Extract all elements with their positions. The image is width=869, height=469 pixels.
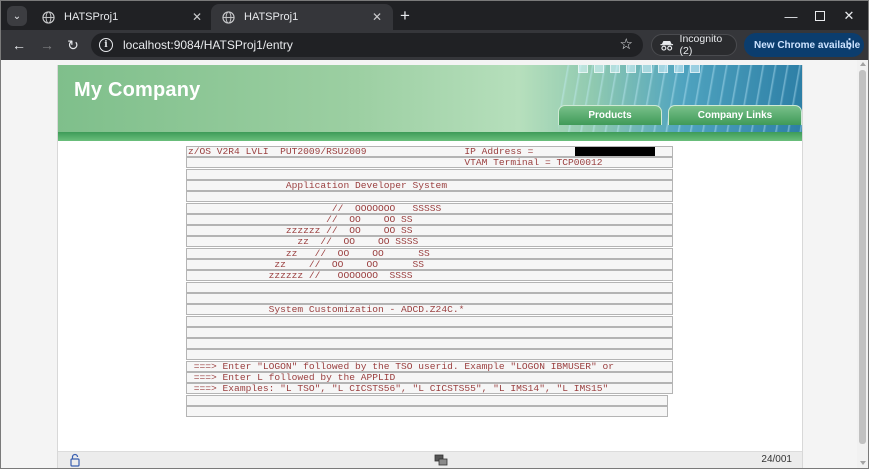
terminal-row: // OO OO SS [186, 213, 673, 225]
terminal-input-field[interactable] [187, 396, 667, 405]
globe-icon [221, 10, 235, 24]
terminal-row [186, 394, 668, 406]
terminal-row: VTAM Terminal = TCP00012 [186, 157, 673, 169]
terminal-row-text: ===> Enter "LOGON" followed by the TSO u… [188, 360, 615, 372]
scroll-up-icon[interactable] [860, 62, 866, 66]
terminal-row [186, 405, 668, 417]
terminal-row [186, 326, 673, 338]
terminal-row-text: VTAM Terminal = TCP00012 [188, 157, 603, 169]
tab-hatsproj1-inactive[interactable]: HATSProj1 ✕ [31, 4, 213, 30]
terminal-input-field[interactable] [187, 407, 667, 416]
tab-title: HATSProj1 [64, 11, 119, 23]
tab-strip: ⌄ HATSProj1 ✕ HATSProj1 ✕ + — ✕ [1, 1, 868, 30]
menu-dots-icon[interactable]: ⋮ [843, 36, 856, 52]
scroll-down-icon[interactable] [860, 461, 866, 465]
terminal-row-text: zzzzzz // OO OO SS [188, 225, 413, 237]
terminal-row [186, 191, 673, 203]
keyboard-lock-icon [70, 453, 80, 467]
terminal-row [186, 338, 673, 350]
terminal-row: // OOOOOOO SSSSS [186, 202, 673, 214]
browser-toolbar: ← → ↻ i localhost:9084/HATSProj1/entry ☆… [1, 30, 868, 60]
scrollbar-thumb[interactable] [859, 70, 866, 444]
tab-hatsproj1-active[interactable]: HATSProj1 ✕ [211, 4, 393, 30]
cursor-position: 24/001 [761, 454, 792, 465]
terminal-row-text: zz // OO OO SS [188, 247, 430, 259]
terminal-row: ===> Examples: "L TSO", "L CICSTS56", "L… [186, 383, 673, 395]
reload-icon[interactable]: ↻ [63, 35, 83, 55]
minimize-icon[interactable]: — [777, 6, 805, 26]
terminal-row [186, 349, 673, 361]
incognito-label: Incognito (2) [679, 33, 723, 57]
terminal-row: z/OS V2R4 LVLI PUT2009/RSU2009 IP Addres… [186, 146, 673, 157]
terminal-row [186, 315, 673, 327]
terminal-row-text: Application Developer System [188, 179, 448, 191]
terminal-row-text: z/OS V2R4 LVLI PUT2009/RSU2009 IP Addres… [188, 146, 540, 157]
nav-company-links-link[interactable]: Company Links [668, 105, 802, 125]
terminal-row: System Customization - ADCD.Z24C.* [186, 304, 673, 316]
back-arrow-icon[interactable]: ← [9, 35, 29, 55]
page-viewport: My Company Products Company Links z/OS V… [1, 60, 857, 468]
bookmark-star-icon[interactable]: ☆ [620, 35, 633, 53]
banner-separator [58, 132, 802, 141]
close-window-icon[interactable]: ✕ [835, 6, 863, 26]
terminal-row: zzzzzz // OO OO SS [186, 225, 673, 237]
tab-title: HATSProj1 [244, 11, 299, 23]
address-bar[interactable]: i localhost:9084/HATSProj1/entry ☆ [91, 33, 643, 57]
company-name: My Company [74, 79, 201, 101]
new-tab-button[interactable]: + [397, 6, 413, 26]
terminal-row [186, 292, 673, 304]
tab-close-icon[interactable]: ✕ [187, 10, 207, 24]
page-scrollbar[interactable] [857, 60, 868, 468]
maximize-icon[interactable] [806, 6, 834, 26]
terminal-row: zz // OO OO SSSS [186, 236, 673, 248]
site-info-icon[interactable]: i [99, 38, 113, 52]
tab-close-icon[interactable]: ✕ [367, 10, 387, 24]
url-text: localhost:9084/HATSProj1/entry [123, 38, 293, 52]
terminal-row-text: zz // OO OO SSSS [188, 236, 419, 248]
hats-page: My Company Products Company Links z/OS V… [57, 65, 803, 468]
terminal-row: Application Developer System [186, 179, 673, 191]
terminal-row-text: ===> Examples: "L TSO", "L CICSTS56", "L… [188, 383, 609, 395]
terminal-row-text: System Customization - ADCD.Z24C.* [188, 304, 465, 316]
forward-arrow-icon[interactable]: → [37, 35, 57, 55]
terminal-row-text: // OO OO SS [188, 213, 413, 225]
incognito-icon [660, 40, 674, 51]
terminal-row-text: zzzzzz // OOOOOOO SSSS [188, 270, 413, 282]
company-banner: My Company Products Company Links [58, 65, 802, 132]
terminal-row-text: zz // OO OO SS [188, 259, 425, 270]
terminal-row: zz // OO OO SS [186, 259, 673, 270]
terminal-row: ===> Enter "LOGON" followed by the TSO u… [186, 360, 673, 372]
host-connection-icon [434, 454, 448, 466]
terminal-row-text: // OOOOOOO SSSSS [188, 202, 442, 214]
redacted-ip-address [575, 147, 655, 156]
terminal-row: zzzzzz // OOOOOOO SSSS [186, 270, 673, 282]
tab-search-chevron-icon[interactable]: ⌄ [7, 6, 27, 26]
terminal-row: zz // OO OO SS [186, 247, 673, 259]
globe-icon [41, 10, 55, 24]
terminal-row [186, 281, 673, 293]
terminal-row [186, 168, 673, 180]
status-bar: 24/001 [58, 451, 802, 468]
new-chrome-available-button[interactable]: New Chrome available ⋮ [744, 33, 864, 57]
nav-products-link[interactable]: Products [558, 105, 662, 125]
terminal-row: ===> Enter L followed by the APPLID [186, 372, 673, 383]
incognito-button[interactable]: Incognito (2) [651, 33, 737, 57]
terminal-row-text: ===> Enter L followed by the APPLID [188, 372, 396, 383]
